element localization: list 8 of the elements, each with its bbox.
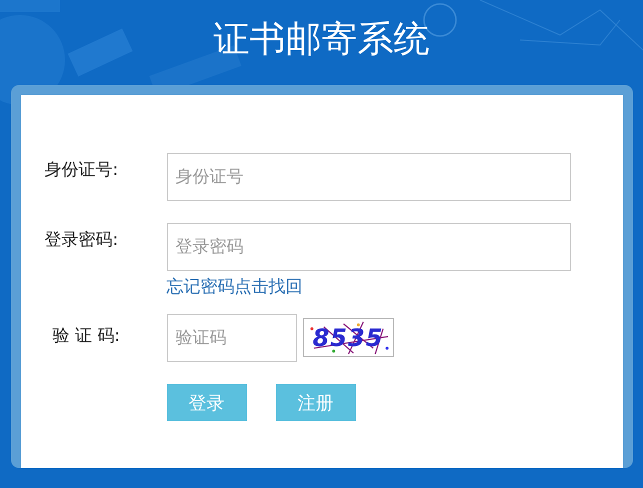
field-label: 验 证 码: (52, 325, 122, 347)
field-label: 身份证号: (44, 159, 120, 181)
captcha-field[interactable]: 验证码 (166, 314, 296, 362)
input-field[interactable]: 身份证号 (166, 153, 570, 201)
input-field[interactable]: 登录密码 (166, 223, 570, 271)
forgot-password-link[interactable]: 忘记密码点击找回 (166, 275, 570, 298)
page-title: 证书邮寄系统 (214, 18, 430, 62)
field-label: 登录密码: (44, 229, 120, 251)
